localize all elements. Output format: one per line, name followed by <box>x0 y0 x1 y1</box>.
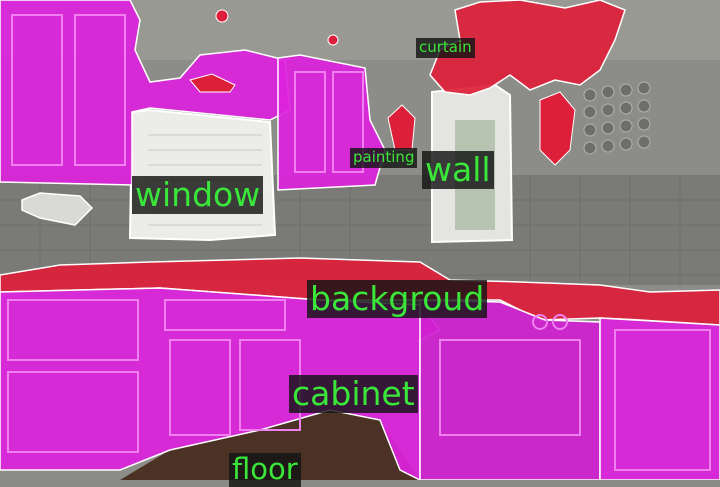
label-painting: painting <box>350 148 418 168</box>
curtain-region-dot <box>215 9 229 23</box>
label-floor: floor <box>229 453 301 487</box>
oven-region <box>419 299 601 480</box>
label-curtain: curtain <box>416 38 475 58</box>
curtain-region-dot-2 <box>327 34 339 46</box>
label-background: backgroud <box>307 280 488 318</box>
label-cabinet: cabinet <box>289 375 418 413</box>
label-window: window <box>132 176 264 214</box>
label-wall: wall <box>422 151 494 189</box>
lower-cabinet-right <box>599 317 720 480</box>
